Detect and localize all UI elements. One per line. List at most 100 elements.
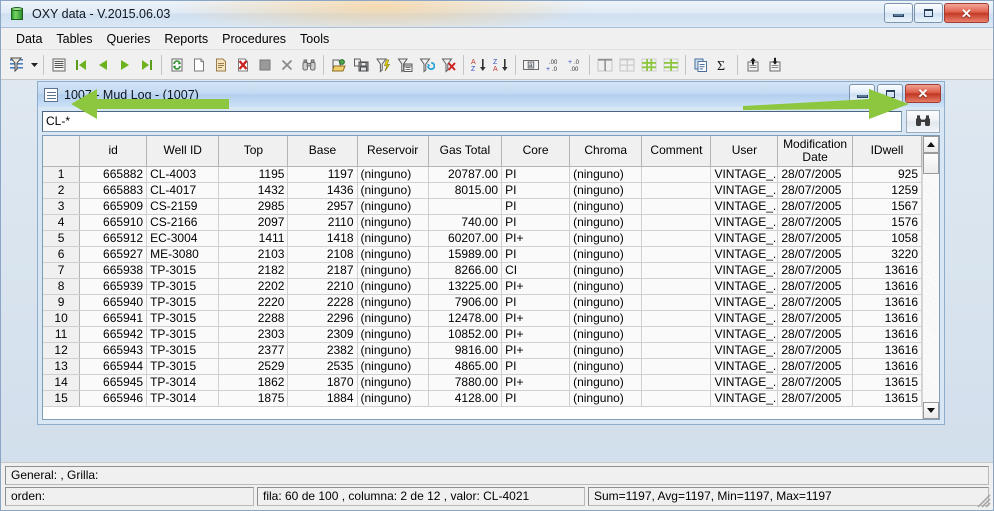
cell-well_id[interactable]: TP-3014 [146, 374, 220, 391]
table-row[interactable]: 11 665942 TP-3015 2303 2309 (ninguno) 10852.00… [43, 326, 922, 343]
cell-well_id[interactable]: EC-3004 [146, 230, 220, 247]
menu-item-tables[interactable]: Tables [49, 30, 99, 48]
cell-comment[interactable] [641, 182, 712, 199]
cell-id[interactable]: 665941 [79, 310, 148, 327]
filter-by-form-icon[interactable] [394, 53, 416, 77]
cell-reservoir[interactable]: (ninguno) [357, 310, 429, 327]
cell-core[interactable]: PI [501, 294, 571, 311]
delete-record-icon[interactable] [232, 53, 254, 77]
binoculars-icon[interactable] [298, 53, 320, 77]
grid-column-header-well_id[interactable]: Well ID [146, 136, 220, 167]
sum-icon[interactable]: Σ [712, 53, 734, 77]
sort-descending-icon[interactable]: Z A [490, 53, 512, 77]
cell-chroma[interactable]: (ninguno) [569, 358, 643, 375]
open-query-icon[interactable] [328, 53, 350, 77]
cell-comment[interactable] [641, 358, 712, 375]
cell-modification_date[interactable]: 28/07/2005 [777, 182, 853, 199]
cell-comment[interactable] [641, 374, 712, 391]
cell-user[interactable]: VINTAGE_... [710, 198, 779, 215]
table-row[interactable]: 1 665882 CL-4003 1195 1197 (ninguno) 20787.00 P… [43, 166, 922, 183]
last-record-icon[interactable] [136, 53, 158, 77]
cell-top[interactable]: 1875 [218, 390, 289, 407]
cell-comment[interactable] [641, 166, 712, 183]
child-close-button[interactable]: ✕ [905, 84, 941, 103]
cell-reservoir[interactable]: (ninguno) [357, 214, 429, 231]
copy-icon[interactable] [690, 53, 712, 77]
cell-id[interactable]: 665912 [79, 230, 148, 247]
cell-user[interactable]: VINTAGE_... [710, 246, 779, 263]
cell-id[interactable]: 665942 [79, 326, 148, 343]
menu-item-reports[interactable]: Reports [157, 30, 215, 48]
cell-base[interactable]: 1436 [287, 182, 358, 199]
cell-modification_date[interactable]: 28/07/2005 [777, 246, 853, 263]
cell-chroma[interactable]: (ninguno) [569, 278, 643, 295]
menu-item-data[interactable]: Data [9, 30, 49, 48]
refresh-icon[interactable] [166, 53, 188, 77]
cell-well_id[interactable]: TP-3015 [146, 358, 220, 375]
cell-gas_total[interactable]: 15989.00 [428, 246, 503, 263]
cell-gas_total[interactable]: 13225.00 [428, 278, 503, 295]
row-header-cell[interactable]: 8 [43, 278, 81, 295]
cell-reservoir[interactable]: (ninguno) [357, 166, 429, 183]
cell-idwell[interactable]: 1567 [852, 198, 922, 215]
cell-reservoir[interactable]: (ninguno) [357, 342, 429, 359]
grid-column-header-chroma[interactable]: Chroma [569, 136, 643, 167]
cell-gas_total[interactable]: 8015.00 [428, 182, 503, 199]
cell-user[interactable]: VINTAGE_... [710, 358, 779, 375]
cell-id[interactable]: 665927 [79, 246, 148, 263]
cell-chroma[interactable]: (ninguno) [569, 342, 643, 359]
cell-modification_date[interactable]: 28/07/2005 [777, 374, 853, 391]
cell-modification_date[interactable]: 28/07/2005 [777, 214, 853, 231]
cell-well_id[interactable]: CL-4003 [146, 166, 220, 183]
cell-comment[interactable] [641, 246, 712, 263]
cell-reservoir[interactable]: (ninguno) [357, 358, 429, 375]
resize-grip-icon[interactable] [977, 494, 991, 508]
cell-chroma[interactable]: (ninguno) [569, 374, 643, 391]
first-record-icon[interactable] [70, 53, 92, 77]
stop-icon[interactable] [254, 53, 276, 77]
cell-top[interactable]: 2182 [218, 262, 289, 279]
cell-chroma[interactable]: (ninguno) [569, 310, 643, 327]
cell-comment[interactable] [641, 230, 712, 247]
cell-base[interactable]: 1870 [287, 374, 358, 391]
cell-base[interactable]: 2187 [287, 262, 358, 279]
data-grid[interactable]: id Well ID Top Base Reservoir Gas Total Core Ch… [42, 135, 940, 420]
apply-filter-icon[interactable] [372, 53, 394, 77]
cell-user[interactable]: VINTAGE_... [710, 230, 779, 247]
row-header-cell[interactable]: 3 [43, 198, 81, 215]
cell-core[interactable]: PI [501, 390, 571, 407]
cell-core[interactable]: PI [501, 358, 571, 375]
increase-decimals-icon[interactable]: .00 + .0 [542, 53, 564, 77]
row-header-cell[interactable]: 4 [43, 214, 81, 231]
cell-core[interactable]: PI [501, 166, 571, 183]
maximize-button[interactable] [914, 3, 943, 23]
cell-top[interactable]: 1432 [218, 182, 289, 199]
cell-idwell[interactable]: 13616 [852, 278, 922, 295]
cell-modification_date[interactable]: 28/07/2005 [777, 326, 853, 343]
cell-id[interactable]: 665944 [79, 358, 148, 375]
cell-reservoir[interactable]: (ninguno) [357, 230, 429, 247]
grid-column-header-modification_date[interactable]: Modification Date [777, 136, 853, 167]
cell-modification_date[interactable]: 28/07/2005 [777, 390, 853, 407]
grid-view-icon[interactable] [48, 53, 70, 77]
cell-gas_total[interactable]: 4128.00 [428, 390, 503, 407]
export-up-icon[interactable] [742, 53, 764, 77]
cell-top[interactable]: 2377 [218, 342, 289, 359]
grid-column-header-reservoir[interactable]: Reservoir [357, 136, 429, 167]
menu-item-queries[interactable]: Queries [100, 30, 158, 48]
cell-user[interactable]: VINTAGE_... [710, 166, 779, 183]
cell-base[interactable]: 2110 [287, 214, 358, 231]
table-row[interactable]: 14 665945 TP-3014 1862 1870 (ninguno) 7880.00 P… [43, 374, 922, 391]
cell-reservoir[interactable]: (ninguno) [357, 390, 429, 407]
cell-gas_total[interactable]: 7906.00 [428, 294, 503, 311]
cell-comment[interactable] [641, 198, 712, 215]
grid-column-header-base[interactable]: Base [287, 136, 358, 167]
cell-id[interactable]: 665940 [79, 294, 148, 311]
grid-column-header-core[interactable]: Core [501, 136, 571, 167]
cell-chroma[interactable]: (ninguno) [569, 230, 643, 247]
cell-core[interactable]: PI+ [501, 326, 571, 343]
cell-modification_date[interactable]: 28/07/2005 [777, 358, 853, 375]
cell-gas_total[interactable]: 4865.00 [428, 358, 503, 375]
grid-column-header-user[interactable]: User [710, 136, 779, 167]
cell-top[interactable]: 1862 [218, 374, 289, 391]
